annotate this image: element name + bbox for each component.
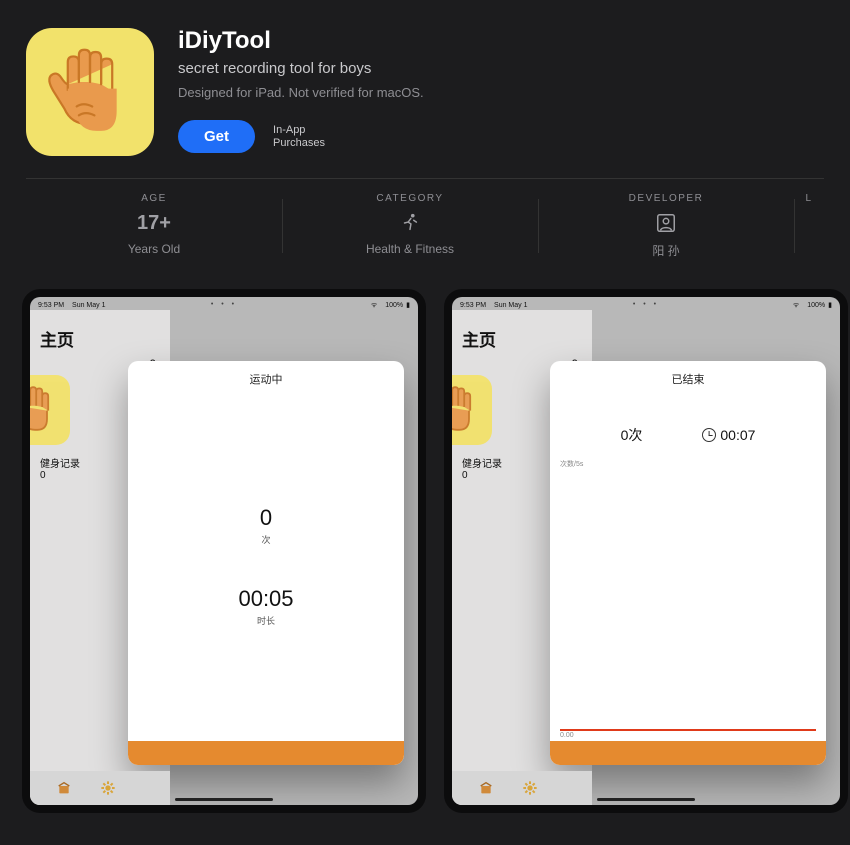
sidebar-app-icon <box>452 375 492 445</box>
get-row: Get In-App Purchases <box>178 120 424 153</box>
info-category-value: Health & Fitness <box>366 242 454 256</box>
tab-home-icon[interactable] <box>478 780 494 796</box>
screenshot-row[interactable]: 9:53 PM Sun May 1 ᯤ 100% ▮ • • • 主页 0 健身… <box>0 281 850 813</box>
modal-active: 运动中 0 次 00:05 时长 <box>128 361 404 765</box>
app-title: iDiyTool <box>178 28 424 54</box>
result-chart: 次数/5s 0.00 <box>560 459 816 741</box>
modal-body: 0 次 00:05 时长 <box>128 391 404 741</box>
modal-finished: 已结束 0次 00:07 次数/5s 0.00 <box>550 361 826 765</box>
iap-line2: Purchases <box>273 137 325 150</box>
runner-icon <box>399 210 421 236</box>
iap-line1: In-App <box>273 124 325 137</box>
app-compat-note: Designed for iPad. Not verified for macO… <box>178 85 424 100</box>
status-battery: 100% <box>385 302 403 309</box>
info-developer-value: 阳 孙 <box>652 242 679 259</box>
screenshot-1[interactable]: 9:53 PM Sun May 1 ᯤ 100% ▮ • • • 主页 0 健身… <box>22 289 426 813</box>
ipad-dots: • • • <box>211 301 237 308</box>
summary-time: 00:07 <box>702 425 755 445</box>
modal-title: 已结束 <box>550 361 826 391</box>
clock-icon <box>702 428 716 442</box>
person-square-icon <box>655 210 677 236</box>
sidebar-title: 主页 <box>30 310 170 357</box>
status-battery: 100% <box>807 302 825 309</box>
tab-bar <box>452 771 592 805</box>
get-button[interactable]: Get <box>178 120 255 153</box>
chart-y-label: 次数/5s <box>560 459 583 469</box>
info-age-value: 17+ <box>137 210 171 236</box>
app-subtitle: secret recording tool for boys <box>178 60 424 77</box>
status-date: Sun May 1 <box>494 302 527 309</box>
home-indicator[interactable] <box>597 798 695 801</box>
stat-count: 0 次 <box>260 505 272 546</box>
info-age-sub: Years Old <box>128 242 180 256</box>
summary-count: 0次 <box>621 425 643 445</box>
info-category[interactable]: CATEGORY Health & Fitness <box>282 193 538 259</box>
tab-settings-icon[interactable] <box>100 780 116 796</box>
home-indicator[interactable] <box>175 798 273 801</box>
sidebar-app-icon <box>30 375 70 445</box>
app-header: iDiyTool secret recording tool for boys … <box>0 0 850 178</box>
app-icon <box>26 28 154 156</box>
battery-icon: ▮ <box>406 301 410 309</box>
info-age[interactable]: AGE 17+ Years Old <box>26 193 282 259</box>
screenshot-2-screen: 9:53 PM Sun May 1 ᯤ 100% ▮ • • • 主页 0 健身… <box>452 297 840 805</box>
modal-footer-strip <box>128 741 404 765</box>
status-time: 9:53 PM <box>460 302 486 309</box>
tab-bar <box>30 771 170 805</box>
summary-time-value: 00:07 <box>720 427 755 443</box>
screenshot-2[interactable]: 9:53 PM Sun May 1 ᯤ 100% ▮ • • • 主页 0 健身… <box>444 289 848 813</box>
modal-footer-strip <box>550 741 826 765</box>
modal-title: 运动中 <box>128 361 404 391</box>
info-strip: AGE 17+ Years Old CATEGORY Health & Fitn… <box>26 178 824 281</box>
count-unit: 次 <box>261 533 270 546</box>
chart-x-label: 0.00 <box>560 732 574 739</box>
wifi-icon: ᯤ <box>793 301 799 310</box>
summary-row: 0次 00:07 <box>550 391 826 453</box>
battery-icon: ▮ <box>828 301 832 309</box>
info-language-key: L <box>805 193 812 204</box>
info-category-key: CATEGORY <box>376 193 443 204</box>
count-value: 0 <box>260 505 272 531</box>
info-language-partial: L <box>794 193 824 259</box>
status-time: 9:53 PM <box>38 302 64 309</box>
sidebar-title: 主页 <box>452 310 592 357</box>
time-value: 00:05 <box>238 586 293 612</box>
tab-home-icon[interactable] <box>56 780 72 796</box>
app-meta: iDiyTool secret recording tool for boys … <box>178 28 424 156</box>
ipad-dots: • • • <box>633 301 659 308</box>
info-age-key: AGE <box>141 193 167 204</box>
hand-icon <box>45 42 135 142</box>
info-developer-key: DEVELOPER <box>629 193 704 204</box>
chart-line <box>560 729 816 731</box>
stat-time: 00:05 时长 <box>238 586 293 627</box>
tab-settings-icon[interactable] <box>522 780 538 796</box>
info-developer[interactable]: DEVELOPER 阳 孙 <box>538 193 794 259</box>
status-date: Sun May 1 <box>72 302 105 309</box>
in-app-purchases-label: In-App Purchases <box>273 124 325 150</box>
screenshot-1-screen: 9:53 PM Sun May 1 ᯤ 100% ▮ • • • 主页 0 健身… <box>30 297 418 805</box>
wifi-icon: ᯤ <box>371 301 377 310</box>
time-unit: 时长 <box>257 614 275 627</box>
